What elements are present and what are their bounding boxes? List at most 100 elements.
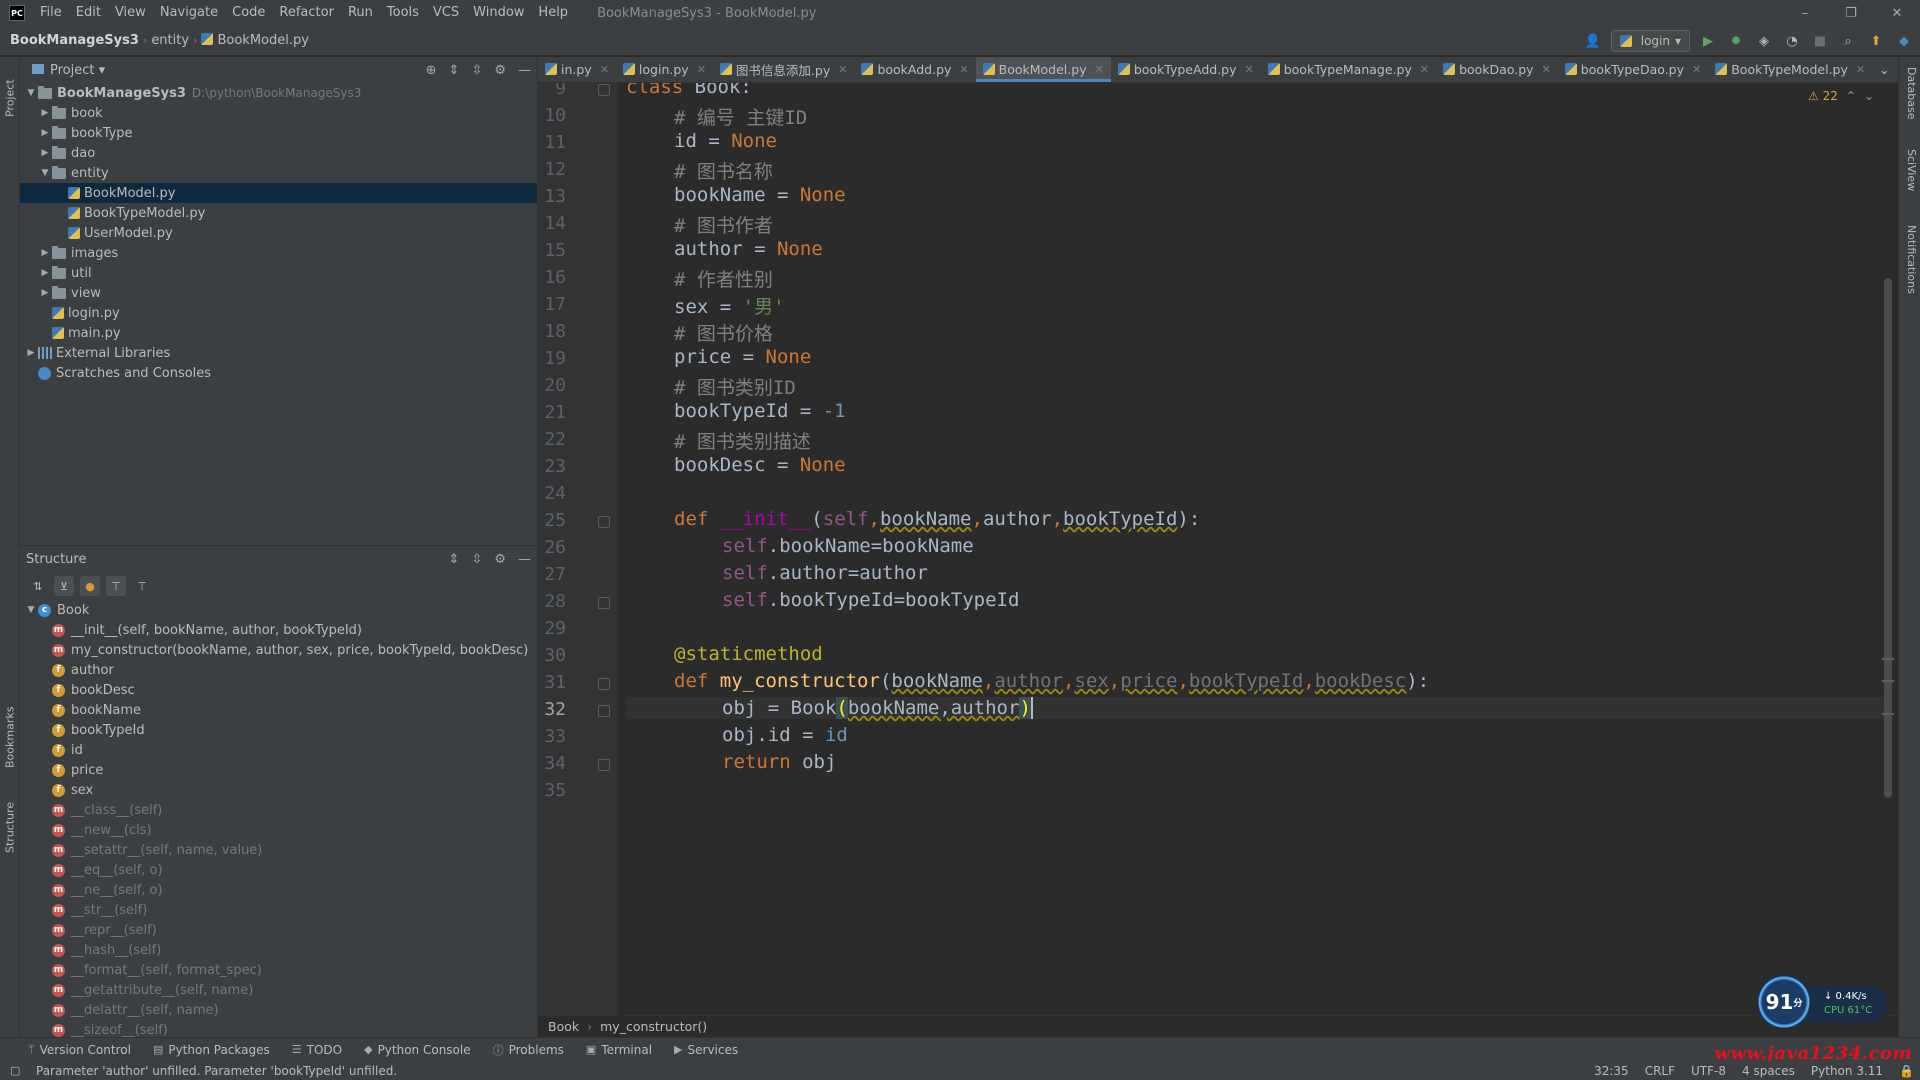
structure-member[interactable]: m __delattr__(self, name)	[20, 1000, 537, 1020]
hide-icon[interactable]: —	[518, 552, 531, 567]
python-interpreter[interactable]: Python 3.11	[1811, 1064, 1883, 1078]
menu-window[interactable]: Window	[466, 0, 531, 26]
close-tab-icon[interactable]: ✕	[1542, 63, 1551, 76]
editor-tab[interactable]: bookTypeAdd.py ✕	[1111, 57, 1261, 82]
structure-member[interactable]: m __init__(self, bookName, author, bookTy…	[20, 620, 537, 640]
structure-member[interactable]: m __repr__(self)	[20, 920, 537, 940]
structure-member[interactable]: f author	[20, 660, 537, 680]
fold-marker-icon[interactable]	[598, 597, 610, 609]
collapse-all-icon[interactable]: ⇳	[471, 63, 482, 78]
tree-item-login[interactable]: login.py	[20, 303, 537, 323]
profile-icon[interactable]: ◔	[1782, 31, 1802, 51]
search-icon[interactable]: ⌕	[1838, 31, 1858, 51]
tool-tab-problems[interactable]: ⓘ Problems	[493, 1042, 564, 1058]
minimize-button[interactable]: –	[1782, 0, 1828, 26]
menu-file[interactable]: File	[33, 0, 69, 26]
tree-item-bookmodel[interactable]: BookModel.py	[20, 183, 537, 203]
editor-tab[interactable]: in.py ✕	[538, 57, 616, 82]
chevron-up-icon[interactable]: ⌃	[1846, 89, 1856, 103]
editor-tab[interactable]: bookDao.py ✕	[1436, 57, 1558, 82]
structure-member[interactable]: f price	[20, 760, 537, 780]
close-window-button[interactable]: ✕	[1874, 0, 1920, 26]
structure-member[interactable]: m __str__(self)	[20, 900, 537, 920]
menu-run[interactable]: Run	[341, 0, 380, 26]
editor-tab[interactable]: bookTypeDao.py ✕	[1558, 57, 1708, 82]
tree-item-external-libraries[interactable]: ▶ External Libraries	[20, 343, 537, 363]
structure-member[interactable]: m __new__(cls)	[20, 820, 537, 840]
structure-member[interactable]: m __sizeof__(self)	[20, 1020, 537, 1037]
tree-item-view[interactable]: ▶ view	[20, 283, 537, 303]
editor-tab[interactable]: bookAdd.py ✕	[854, 57, 975, 82]
menu-help[interactable]: Help	[531, 0, 575, 26]
collapse-all-icon[interactable]: ⇳	[471, 552, 482, 567]
menu-vcs[interactable]: VCS	[426, 0, 466, 26]
close-tab-icon[interactable]: ✕	[600, 63, 609, 76]
locate-icon[interactable]: ⊕	[426, 63, 437, 78]
inspection-widget[interactable]: ⚠ 22 ⌃ ⌄	[1808, 89, 1874, 103]
fold-marker-icon[interactable]	[598, 705, 610, 717]
run-icon[interactable]: ▶	[1698, 31, 1718, 51]
nav-crumb-folder[interactable]: entity	[147, 33, 193, 48]
tree-item-book[interactable]: ▶ book	[20, 103, 537, 123]
tree-item-dao[interactable]: ▶ dao	[20, 143, 537, 163]
tool-tab-python-packages[interactable]: ▤ Python Packages	[153, 1043, 270, 1057]
tree-item-util[interactable]: ▶ util	[20, 263, 537, 283]
hide-icon[interactable]: —	[518, 63, 531, 78]
expand-all-icon[interactable]: ⇕	[449, 63, 460, 78]
structure-member[interactable]: f bookDesc	[20, 680, 537, 700]
gear-icon[interactable]: ⚙	[494, 552, 506, 567]
tree-item-root[interactable]: ▼ BookManageSys3 D:\python\BookManageSys3	[20, 83, 537, 103]
editor-tab[interactable]: bookTypeManage.py ✕	[1261, 57, 1436, 82]
menu-edit[interactable]: Edit	[69, 0, 108, 26]
notifications-tool-tab[interactable]: Notifications	[1902, 225, 1918, 294]
structure-member[interactable]: m __getattribute__(self, name)	[20, 980, 537, 1000]
close-tab-icon[interactable]: ✕	[697, 63, 706, 76]
coverage-icon[interactable]: ◈	[1754, 31, 1774, 51]
breadcrumb-class[interactable]: Book	[548, 1019, 579, 1034]
sciview-tool-tab[interactable]: SciView	[1902, 149, 1918, 191]
show-inherited-icon[interactable]: ⊻	[54, 576, 74, 596]
lock-icon[interactable]: 🔒	[1899, 1064, 1914, 1078]
warning-marker[interactable]	[1882, 713, 1894, 715]
editor-scrollbar[interactable]	[1884, 278, 1892, 798]
debug-icon[interactable]: ✹	[1726, 31, 1746, 51]
structure-member[interactable]: f sex	[20, 780, 537, 800]
database-tool-tab[interactable]: Database	[1902, 67, 1918, 120]
show-non-public-icon[interactable]: ⊤	[106, 576, 126, 596]
structure-member[interactable]: f bookTypeId	[20, 720, 537, 740]
chevron-down-icon[interactable]: ⌄	[1864, 89, 1874, 103]
tool-tab-todo[interactable]: ☰ TODO	[292, 1043, 342, 1057]
editor-tab[interactable]: 图书信息添加.py ✕	[713, 57, 855, 82]
run-configuration-select[interactable]: login ▾	[1610, 30, 1690, 52]
close-tab-icon[interactable]: ✕	[1245, 63, 1254, 76]
fold-marker-icon[interactable]	[598, 759, 610, 771]
tab-list-menu[interactable]: ⌄ ⋮	[1872, 57, 1898, 82]
tree-item-main[interactable]: main.py	[20, 323, 537, 343]
structure-member[interactable]: m __hash__(self)	[20, 940, 537, 960]
close-tab-icon[interactable]: ✕	[838, 63, 847, 76]
code-editor[interactable]: 9 10 11 12 13 14 15 16 17 18 19 20 21 22 23 24 25 26 27 28 2…	[538, 83, 1898, 1015]
show-fields-icon[interactable]: ●	[80, 576, 100, 596]
line-separator[interactable]: CRLF	[1645, 1064, 1675, 1078]
editor-tab[interactable]: BookModel.py ✕	[975, 57, 1111, 82]
tree-item-booktypemodel[interactable]: BookTypeModel.py	[20, 203, 537, 223]
update-icon[interactable]: ⬆	[1866, 31, 1886, 51]
structure-member[interactable]: m my_constructor(bookName, author, sex, p…	[20, 640, 537, 660]
warning-marker[interactable]	[1882, 680, 1894, 682]
menu-view[interactable]: View	[108, 0, 153, 26]
breadcrumb-method[interactable]: my_constructor()	[600, 1019, 707, 1034]
nav-crumb-file[interactable]: BookModel.py	[197, 33, 312, 48]
bookmarks-tool-tab[interactable]: Bookmarks	[1, 697, 19, 777]
menu-refactor[interactable]: Refactor	[272, 0, 341, 26]
fold-marker-icon[interactable]	[598, 678, 610, 690]
project-tool-tab[interactable]: Project	[1, 63, 19, 133]
expand-all-icon[interactable]: ⇕	[449, 552, 460, 567]
structure-member[interactable]: m __format__(self, format_spec)	[20, 960, 537, 980]
tree-item-booktype[interactable]: ▶ bookType	[20, 123, 537, 143]
structure-class-book[interactable]: ▼ c Book	[20, 600, 537, 620]
tree-item-images[interactable]: ▶ images	[20, 243, 537, 263]
structure-member[interactable]: m __setattr__(self, name, value)	[20, 840, 537, 860]
menu-tools[interactable]: Tools	[380, 0, 426, 26]
structure-member[interactable]: m __eq__(self, o)	[20, 860, 537, 880]
fold-marker-icon[interactable]	[598, 84, 610, 96]
